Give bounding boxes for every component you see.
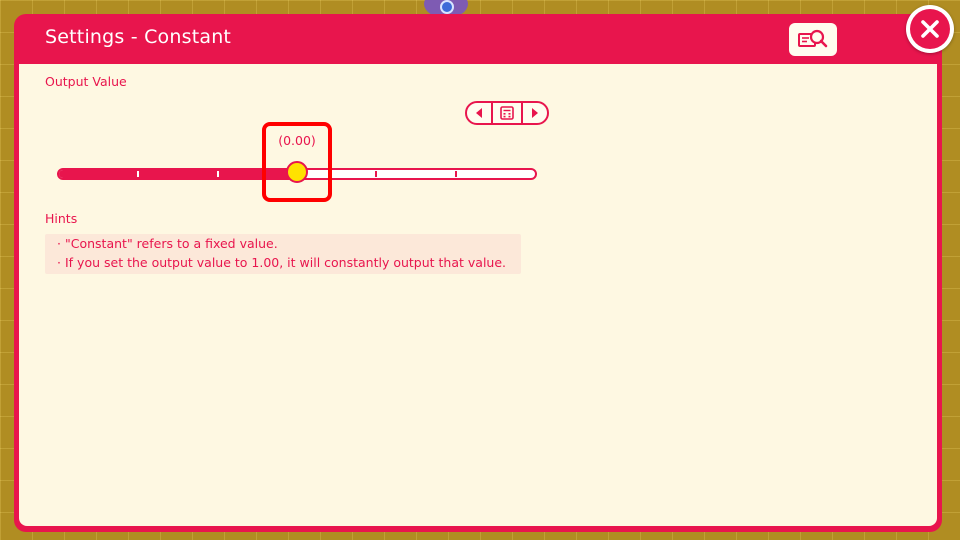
slider-tick xyxy=(375,171,378,177)
close-button[interactable] xyxy=(906,5,954,53)
slider-tick xyxy=(216,171,219,177)
settings-dialog: Settings - Constant Output Value (0.00) … xyxy=(14,14,942,532)
triangle-left-icon xyxy=(476,108,482,118)
close-icon xyxy=(921,20,939,38)
hint-item: · "Constant" refers to a fixed value. xyxy=(57,236,278,251)
hint-bullet: · xyxy=(57,255,61,270)
hint-text: "Constant" refers to a fixed value. xyxy=(65,236,278,251)
dialog-body: Output Value (0.00) Hints · "Constant" r… xyxy=(19,64,937,526)
slider-tick xyxy=(137,171,140,177)
slider-tick xyxy=(454,171,457,177)
help-search-icon xyxy=(798,29,828,48)
dialog-title: Settings - Constant xyxy=(45,26,232,48)
calculator-icon xyxy=(500,106,514,120)
increment-button[interactable] xyxy=(521,103,547,123)
triangle-right-icon xyxy=(532,108,538,118)
close-button-face xyxy=(910,9,950,49)
help-button[interactable] xyxy=(789,23,837,56)
hint-item: · If you set the output value to 1.00, i… xyxy=(57,255,507,270)
decrement-button[interactable] xyxy=(467,103,493,123)
value-stepper xyxy=(465,101,549,125)
hints-label: Hints xyxy=(45,211,78,226)
slider-thumb[interactable] xyxy=(286,161,308,183)
slider-fill xyxy=(59,170,297,178)
hint-text: If you set the output value to 1.00, it … xyxy=(65,255,507,270)
slider-value-readout: (0.00) xyxy=(278,133,316,148)
hints-box: · "Constant" refers to a fixed value. · … xyxy=(45,234,521,274)
output-value-label: Output Value xyxy=(45,74,127,89)
dialog-header: Settings - Constant xyxy=(14,14,942,64)
hint-bullet: · xyxy=(57,236,61,251)
calculator-button[interactable] xyxy=(493,103,521,123)
